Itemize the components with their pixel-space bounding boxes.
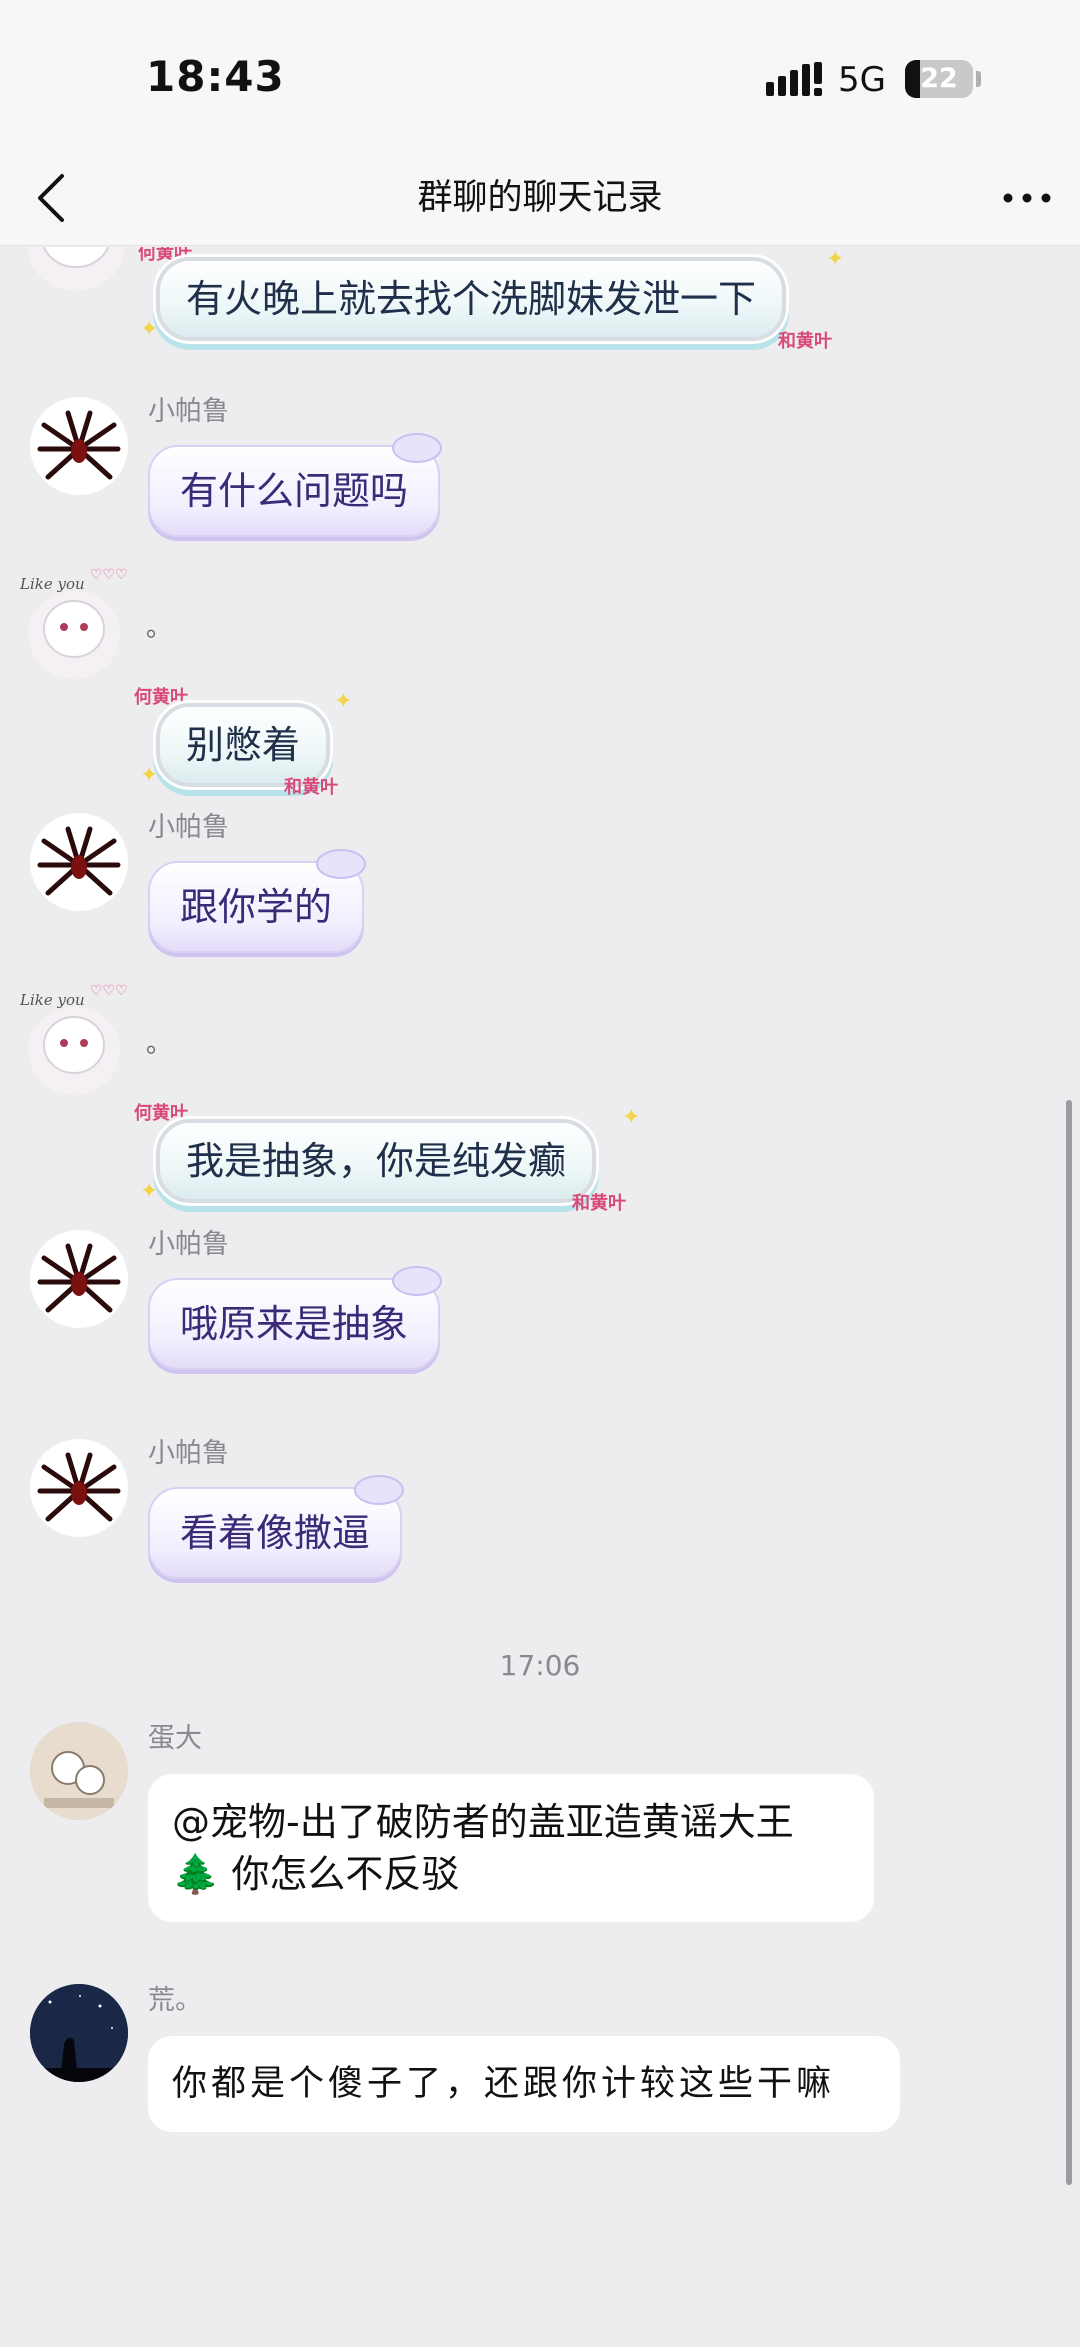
sender-name: 小帕鲁 — [148, 1229, 229, 1260]
svg-text:♡♡♡: ♡♡♡ — [90, 983, 128, 999]
chat-history[interactable]: 何黄叶 有火晚上就去找个洗脚妹发泄一下 和黄叶 ✦ ✦ 小帕鲁 有什么问题吗 L… — [0, 247, 1080, 2347]
status-time: 18:43 — [146, 52, 285, 101]
sender-name: 小帕鲁 — [148, 812, 229, 843]
sparkle-icon: ✦ — [140, 317, 159, 342]
more-dots-icon[interactable] — [1000, 180, 1054, 216]
avatar[interactable] — [30, 1439, 128, 1537]
message-text: 我是抽象，你是纯发癫 — [186, 1139, 567, 1183]
sparkle-icon: ✦ — [140, 763, 159, 788]
avatar[interactable] — [30, 1984, 128, 2082]
message-text: 跟你学的 — [180, 885, 333, 929]
sparkle-icon: ✦ — [140, 1179, 159, 1204]
battery-icon: 22 — [905, 60, 973, 98]
svg-text:Like you: Like you — [19, 575, 85, 593]
bubble-tag: 和黄叶 — [572, 1193, 626, 1214]
message-bubble[interactable]: @宠物-出了破防者的盖亚造黄谣大王 🌲 你怎么不反驳 — [148, 1774, 874, 1922]
message-text: 你都是个傻子了，还跟你计较这些干嘛 — [172, 2064, 836, 2104]
spider-avatar-icon — [37, 1243, 121, 1313]
sender-name: 荒。 — [148, 1985, 202, 2016]
status-bar: 18:43 5G 22 — [0, 0, 1080, 150]
bubble-decoration — [392, 1266, 443, 1296]
message-bubble[interactable]: 跟你学的 — [148, 849, 367, 953]
avatar[interactable]: Like you ♡♡♡ — [16, 979, 136, 1099]
svg-text:♡♡♡: ♡♡♡ — [90, 567, 128, 583]
bubble-tag: 和黄叶 — [284, 777, 338, 798]
nav-bar: 群聊的聊天记录 — [0, 150, 1080, 246]
message-bubble[interactable]: 有火晚上就去找个洗脚妹发泄一下 — [156, 257, 787, 341]
sender-name: 蛋大 — [148, 1723, 202, 1754]
sparkle-icon: ✦ — [622, 1105, 641, 1130]
spider-avatar-icon — [37, 1452, 121, 1522]
sparkle-icon: ✦ — [826, 247, 845, 272]
avatar[interactable] — [30, 397, 128, 495]
avatar[interactable]: Like you ♡♡♡ — [16, 563, 136, 683]
avatar[interactable] — [30, 813, 128, 911]
page-title: 群聊的聊天记录 — [417, 178, 663, 218]
avatar[interactable] — [16, 247, 136, 297]
avatar[interactable] — [30, 1230, 128, 1328]
anime-avatar-icon: Like you ♡♡♡ — [19, 567, 128, 679]
message-bubble[interactable]: 你都是个傻子了，还跟你计较这些干嘛 — [148, 2036, 900, 2132]
bubble-decoration — [354, 1475, 405, 1505]
message-text: 🌲 你怎么不反驳 — [172, 1852, 460, 1896]
time-divider: 17:06 — [499, 1649, 581, 1682]
anime-avatar-icon: Like you ♡♡♡ — [19, 983, 128, 1095]
message-bubble[interactable]: 我是抽象，你是纯发癫 — [156, 1119, 597, 1203]
sender-name: 小帕鲁 — [148, 1438, 229, 1469]
night-sky-avatar-icon — [30, 1984, 128, 2082]
message-text: @宠物-出了破防者的盖亚造黄谣大王 — [172, 1800, 794, 1844]
sparkle-icon: ✦ — [334, 689, 353, 714]
svg-text:Like you: Like you — [19, 991, 85, 1009]
message-text: 有火晚上就去找个洗脚妹发泄一下 — [186, 277, 757, 321]
sender-name: 。 — [146, 1029, 173, 1059]
bubble-tag: 和黄叶 — [778, 331, 832, 352]
spider-avatar-icon — [37, 826, 121, 896]
anime-avatar-icon — [28, 247, 124, 291]
spider-avatar-icon — [37, 410, 121, 480]
chevron-left-icon[interactable] — [34, 170, 70, 226]
scrollbar[interactable] — [1066, 1100, 1072, 2185]
signal-bars-icon — [766, 62, 822, 96]
avatar[interactable] — [30, 1722, 128, 1820]
message-text: 有什么问题吗 — [180, 469, 409, 513]
message-bubble[interactable]: 哦原来是抽象 — [148, 1266, 443, 1370]
message-text: 别憋着 — [186, 723, 301, 767]
battery-cap — [976, 71, 981, 87]
egg-avatar-icon — [30, 1722, 128, 1820]
message-text: 看着像撒逼 — [180, 1511, 371, 1555]
sender-name: 。 — [146, 613, 173, 643]
message-bubble[interactable]: 有什么问题吗 — [148, 433, 443, 537]
bubble-decoration — [392, 433, 443, 463]
message-bubble[interactable]: 看着像撒逼 — [148, 1475, 405, 1579]
sender-name: 小帕鲁 — [148, 396, 229, 427]
battery-level: 22 — [920, 63, 958, 94]
network-type: 5G — [838, 60, 886, 100]
bubble-decoration — [316, 849, 367, 879]
message-text: 哦原来是抽象 — [180, 1302, 409, 1346]
